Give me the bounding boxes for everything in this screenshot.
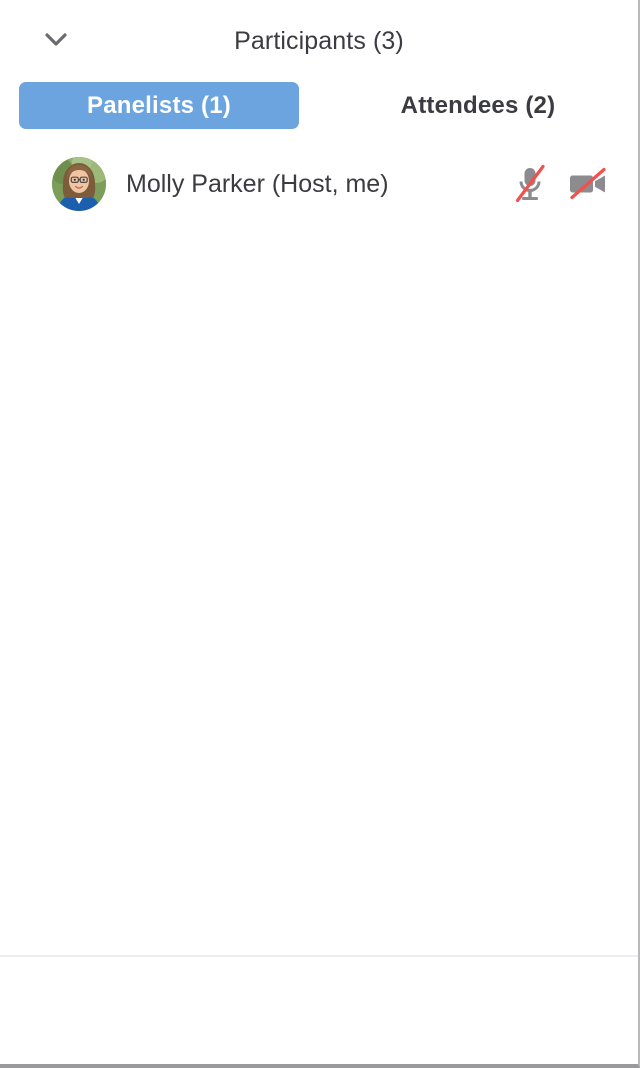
chevron-down-icon [45, 32, 67, 50]
participants-footer: Mute All Unmute All More [0, 955, 638, 1064]
participant-tabs: Panelists (1) Attendees (2) [0, 82, 638, 150]
collapse-panel-button[interactable] [36, 24, 76, 58]
microphone-muted-icon[interactable] [508, 162, 552, 206]
tab-panelists[interactable]: Panelists (1) [19, 82, 299, 129]
participant-status-icons [508, 162, 610, 206]
avatar [52, 157, 106, 211]
participant-name: Molly Parker (Host, me) [126, 171, 389, 197]
video-off-icon[interactable] [566, 162, 610, 206]
panel-header: Participants (3) [0, 0, 638, 82]
tab-attendees[interactable]: Attendees (2) [338, 82, 618, 129]
participants-list[interactable]: Molly Parker (Host, me) [0, 150, 638, 955]
list-item[interactable]: Molly Parker (Host, me) [0, 150, 638, 218]
participants-panel: Participants (3) Panelists (1) Attendees… [0, 0, 640, 1068]
page-title: Participants (3) [234, 26, 404, 55]
